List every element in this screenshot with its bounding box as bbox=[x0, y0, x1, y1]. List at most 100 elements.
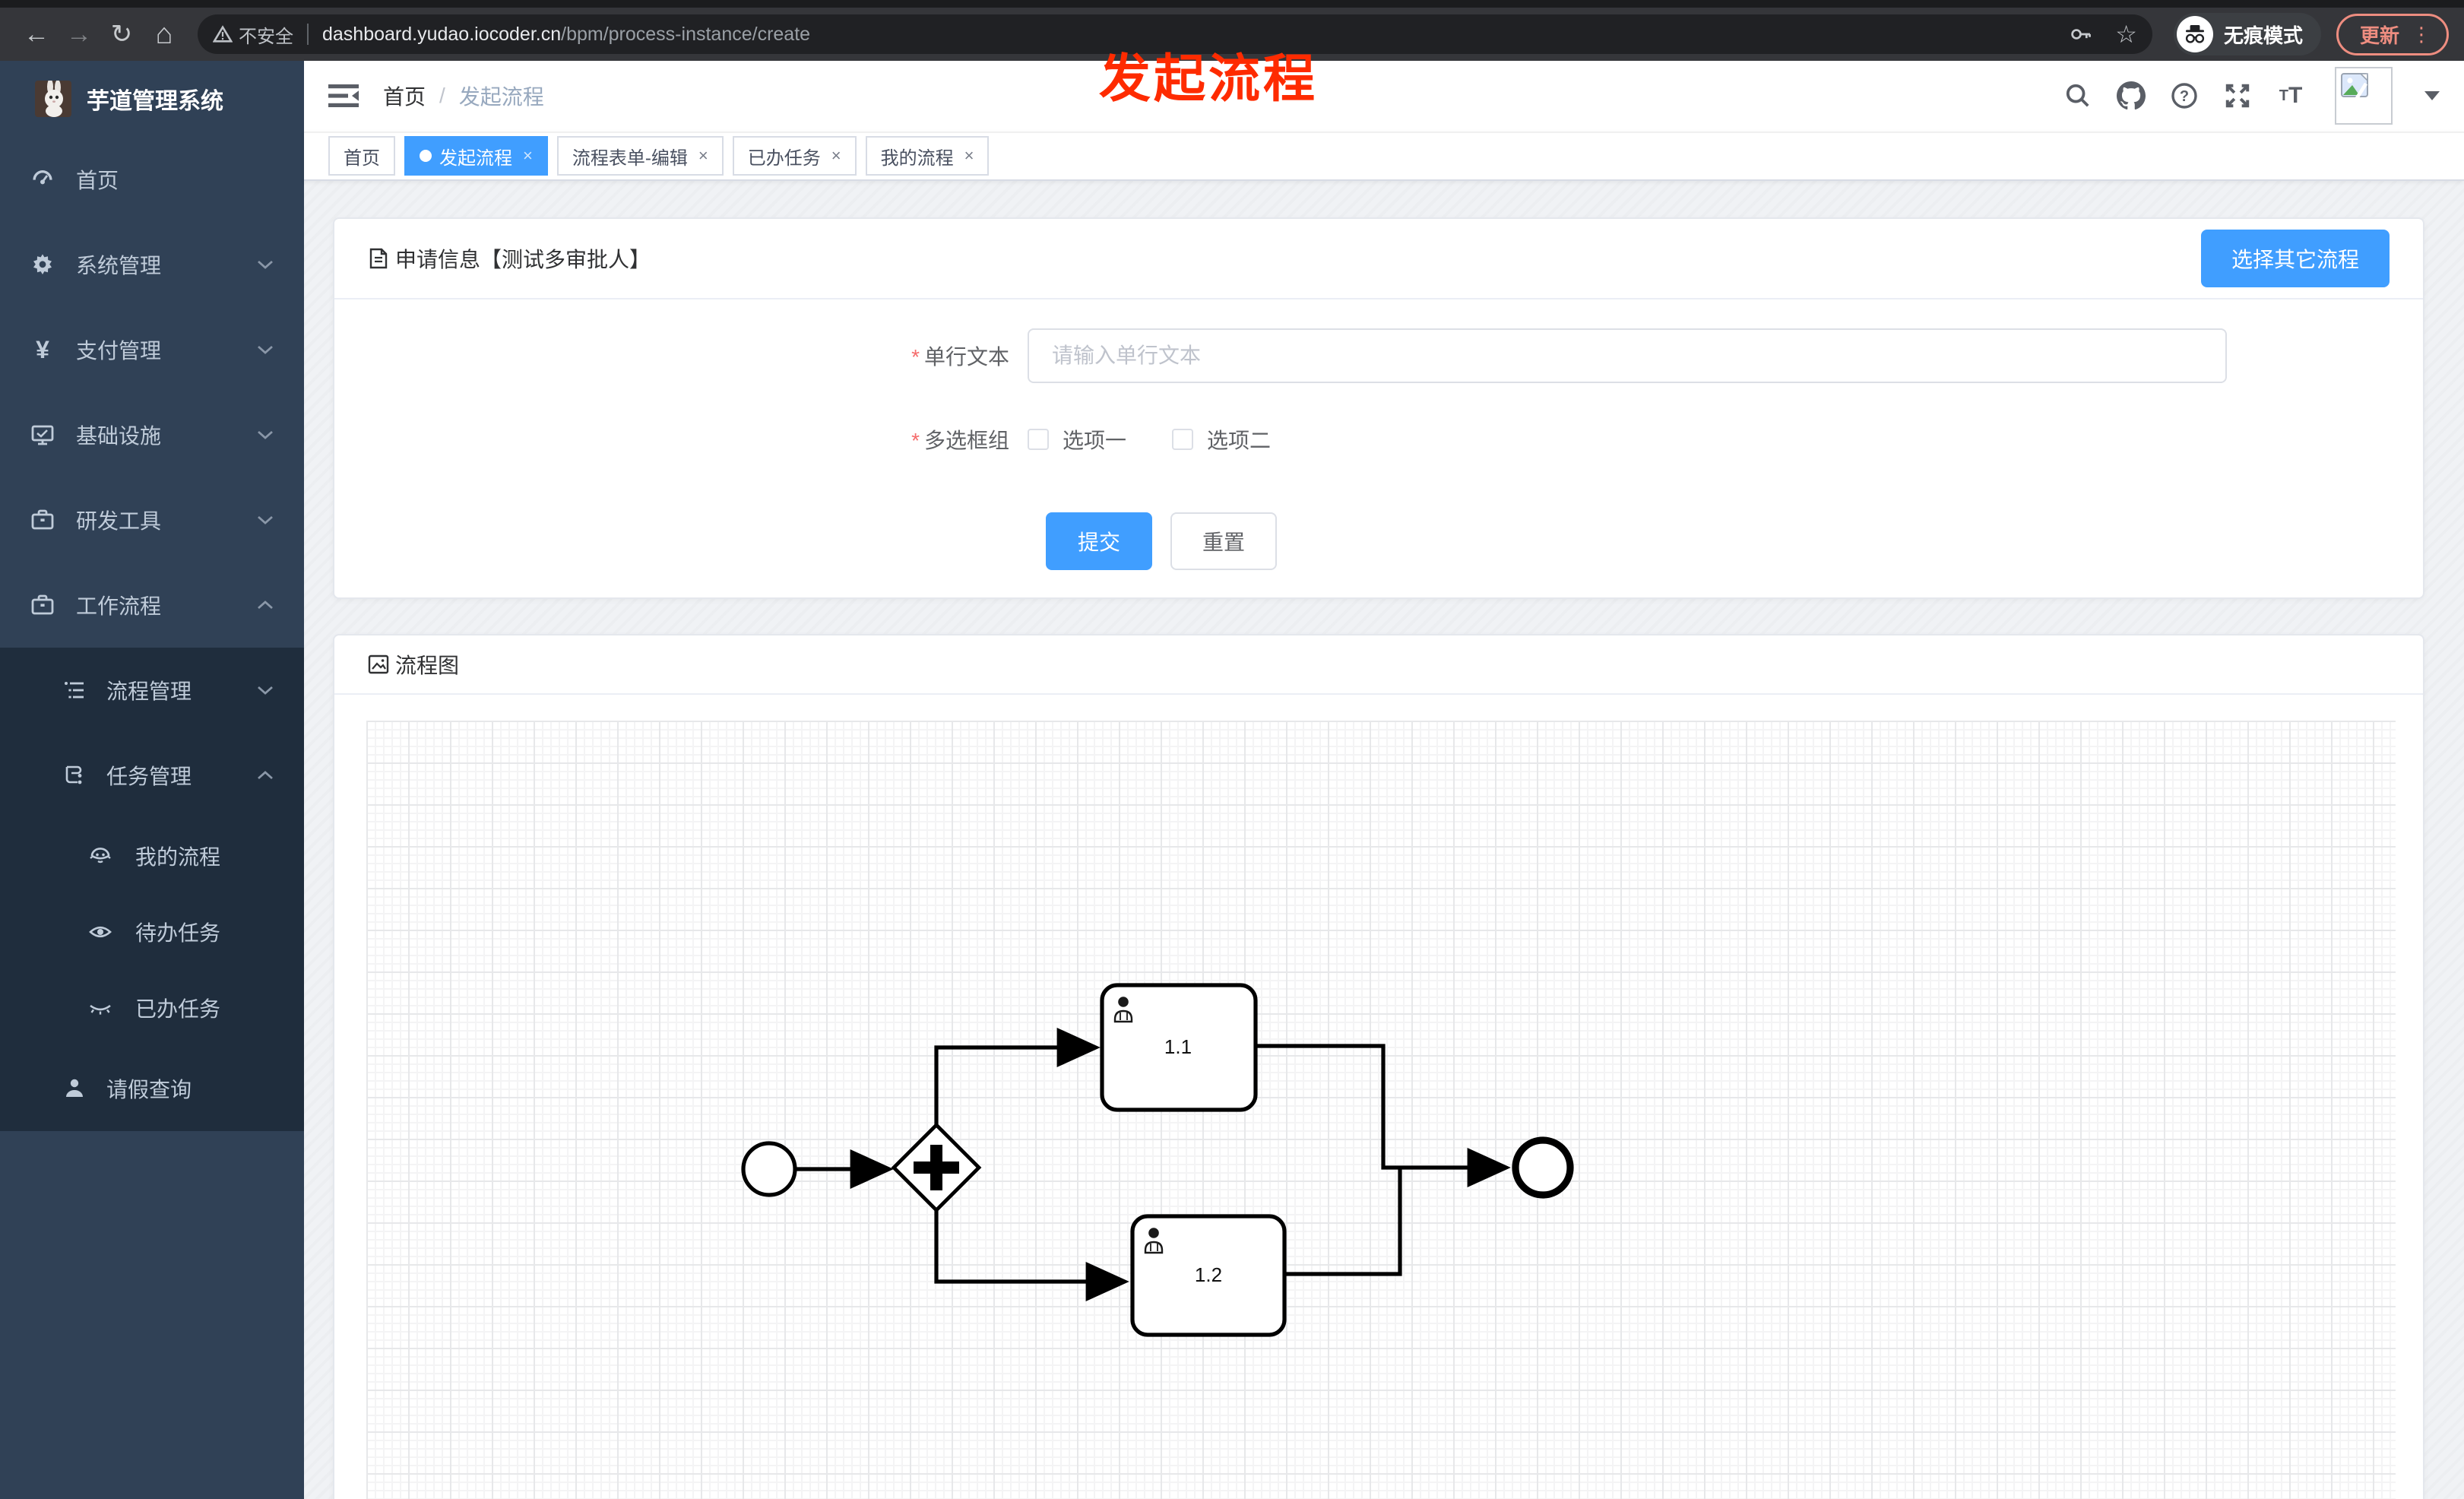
chevron-down-icon bbox=[258, 260, 273, 269]
yen-icon: ¥ bbox=[36, 336, 49, 363]
briefcase-icon bbox=[30, 508, 55, 532]
broken-image-icon bbox=[2341, 73, 2368, 103]
person-icon bbox=[62, 1076, 87, 1101]
sidebar-item-leave-query[interactable]: 请假查询 bbox=[0, 1046, 304, 1131]
required-mark: * bbox=[911, 429, 920, 453]
checkbox-option-2[interactable]: 选项二 bbox=[1172, 424, 1271, 455]
flow-gateway-to-task2 bbox=[934, 1210, 1129, 1302]
workflow-submenu: 流程管理 任务管理 我的流程 待办任务 已办任务 请假查询 bbox=[0, 648, 304, 1131]
avatar-caret-icon[interactable] bbox=[2424, 91, 2440, 101]
page-content: 申请信息【测试多审批人】 选择其它流程 *单行文本 *多选框组 bbox=[304, 181, 2464, 1499]
process-diagram-card: 流程图 1.1 1.2 bbox=[333, 634, 2424, 1499]
sidebar-item-payment[interactable]: ¥ 支付管理 bbox=[0, 307, 304, 392]
sidebar-item-workflow[interactable]: 工作流程 bbox=[0, 563, 304, 648]
tab-done-tasks[interactable]: 已办任务 × bbox=[732, 136, 857, 176]
field-label: * 单行文本 bbox=[911, 345, 1009, 369]
checkbox-icon[interactable] bbox=[1028, 429, 1049, 451]
incognito-label: 无痕模式 bbox=[2223, 24, 2303, 47]
apply-info-card: 申请信息【测试多审批人】 选择其它流程 *单行文本 *多选框组 bbox=[333, 217, 2424, 600]
chevron-up-icon bbox=[258, 771, 273, 780]
reset-button[interactable]: 重置 bbox=[1170, 512, 1278, 571]
flow-task2-to-end bbox=[1284, 1169, 1402, 1276]
submit-button[interactable]: 提交 bbox=[1046, 512, 1153, 571]
card-title: 申请信息【测试多审批人】 bbox=[395, 248, 651, 272]
checkbox-group: 选项一 选项二 bbox=[1028, 424, 1271, 455]
browser-reload-icon[interactable]: ↻ bbox=[100, 13, 143, 55]
tab-my-process[interactable]: 我的流程 × bbox=[865, 136, 990, 176]
browser-home-icon[interactable]: ⌂ bbox=[143, 13, 185, 55]
security-warning[interactable]: 不安全 bbox=[213, 21, 293, 48]
user-task-1-2[interactable]: 1.2 bbox=[1130, 1214, 1287, 1337]
sidebar-item-home[interactable]: 首页 bbox=[0, 137, 304, 222]
svg-text:?: ? bbox=[2180, 88, 2189, 105]
required-mark: * bbox=[911, 345, 920, 369]
tab-form-edit[interactable]: 流程表单-编辑 × bbox=[556, 136, 724, 176]
active-tab-dot bbox=[420, 150, 432, 163]
bpmn-diagram: 1.1 1.2 bbox=[741, 983, 1574, 1337]
sidebar-item-system[interactable]: 系统管理 bbox=[0, 222, 304, 307]
window-top-edge bbox=[0, 0, 2464, 8]
end-event[interactable] bbox=[1512, 1136, 1574, 1199]
sidebar-item-label: 任务管理 bbox=[106, 765, 192, 788]
app-logo bbox=[35, 81, 71, 117]
sidebar-item-todo-tasks[interactable]: 待办任务 bbox=[0, 894, 304, 970]
flow-gateway-to-task1 bbox=[934, 1028, 1101, 1126]
single-line-text-input[interactable] bbox=[1028, 328, 2227, 384]
sidebar: 芋道管理系统 首页 系统管理 ¥ 支付管理 基础设施 研发工具 工作流程 流程管… bbox=[0, 61, 304, 1499]
tab-home[interactable]: 首页 bbox=[328, 136, 395, 176]
sidebar-item-my-process[interactable]: 我的流程 bbox=[0, 818, 304, 894]
robot-face-icon bbox=[88, 844, 112, 868]
sidebar-item-label: 工作流程 bbox=[76, 594, 162, 618]
fullscreen-icon[interactable] bbox=[2222, 81, 2253, 111]
sidebar-item-infrastructure[interactable]: 基础设施 bbox=[0, 392, 304, 477]
sidebar-item-label: 我的流程 bbox=[135, 845, 221, 869]
warning-triangle-icon bbox=[213, 25, 233, 43]
picture-icon bbox=[368, 654, 389, 675]
app-logo-row[interactable]: 芋道管理系统 bbox=[0, 61, 304, 137]
field-label: * 多选框组 bbox=[911, 429, 1009, 453]
sidebar-item-label: 待办任务 bbox=[135, 921, 221, 945]
eye-icon bbox=[88, 920, 112, 944]
sidebar-item-task-mgmt[interactable]: 任务管理 bbox=[0, 733, 304, 818]
sidebar-item-label: 首页 bbox=[76, 169, 119, 192]
url-text[interactable]: dashboard.yudao.iocoder.cn/bpm/process-i… bbox=[322, 24, 810, 46]
sidebar-item-done-tasks[interactable]: 已办任务 bbox=[0, 970, 304, 1046]
close-icon[interactable]: × bbox=[698, 146, 708, 166]
omnibox-divider bbox=[307, 24, 309, 45]
gear-icon bbox=[30, 252, 55, 277]
sidebar-collapse-icon[interactable] bbox=[328, 84, 359, 108]
avatar[interactable] bbox=[2335, 67, 2393, 125]
choose-other-process-button[interactable]: 选择其它流程 bbox=[2200, 230, 2390, 288]
user-task-1-1[interactable]: 1.1 bbox=[1100, 983, 1258, 1112]
start-event[interactable] bbox=[741, 1141, 797, 1197]
sidebar-item-label: 研发工具 bbox=[76, 509, 162, 533]
browser-update-button[interactable]: 更新 ⋮ bbox=[2336, 13, 2449, 55]
sidebar-item-devtools[interactable]: 研发工具 bbox=[0, 477, 304, 563]
checkbox-option-1[interactable]: 选项一 bbox=[1028, 424, 1126, 455]
sidebar-item-label: 已办任务 bbox=[135, 997, 221, 1021]
chevron-down-icon bbox=[258, 430, 273, 439]
task-label: 1.1 bbox=[1164, 1035, 1192, 1058]
github-icon[interactable] bbox=[2116, 81, 2146, 111]
search-icon[interactable] bbox=[2063, 81, 2093, 111]
breadcrumb-home[interactable]: 首页 bbox=[383, 81, 426, 111]
close-icon[interactable]: × bbox=[523, 146, 533, 166]
tab-start-process[interactable]: 发起流程 × bbox=[404, 136, 548, 176]
password-key-icon[interactable] bbox=[2068, 21, 2094, 47]
security-label: 不安全 bbox=[239, 26, 293, 47]
breadcrumb-separator: / bbox=[439, 84, 445, 108]
close-icon[interactable]: × bbox=[964, 146, 974, 166]
parallel-gateway[interactable] bbox=[891, 1122, 982, 1213]
browser-menu-icon[interactable]: ⋮ bbox=[2412, 23, 2431, 46]
document-icon bbox=[368, 247, 389, 270]
browser-back-icon[interactable]: ← bbox=[15, 13, 58, 55]
bookmark-star-icon[interactable]: ☆ bbox=[2115, 22, 2137, 46]
close-icon[interactable]: × bbox=[831, 146, 841, 166]
help-icon[interactable]: ? bbox=[2169, 81, 2200, 111]
checkbox-icon[interactable] bbox=[1172, 429, 1194, 451]
sidebar-item-process-mgmt[interactable]: 流程管理 bbox=[0, 648, 304, 733]
bpmn-canvas[interactable]: 1.1 1.2 bbox=[334, 695, 2423, 1499]
sidebar-item-label: 流程管理 bbox=[106, 680, 192, 703]
font-size-icon[interactable]: TT bbox=[2276, 81, 2306, 111]
browser-forward-icon[interactable]: → bbox=[58, 13, 100, 55]
